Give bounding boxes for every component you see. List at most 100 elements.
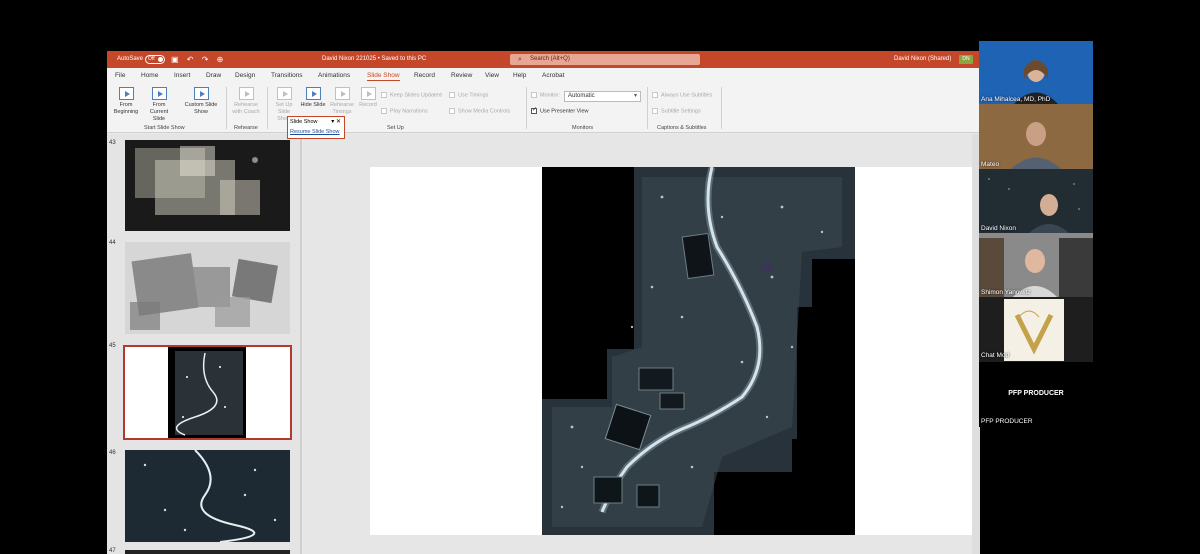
tab-help[interactable]: Help: [513, 72, 526, 79]
setup-icon: [276, 87, 292, 100]
tab-transitions[interactable]: Transitions: [271, 72, 303, 79]
ribbon-tabs: File Home Insert Draw Design Transitions…: [107, 68, 980, 83]
rehearse-label: Rehearse with Coach: [232, 102, 260, 115]
user-name[interactable]: David Nixon (Shared): [894, 51, 951, 68]
search-input[interactable]: ⌕ Search (Alt+Q): [510, 54, 700, 65]
participant-tile[interactable]: Shimon Yanowitz: [979, 233, 1093, 297]
participant-tile[interactable]: David Nixon: [979, 169, 1093, 233]
ribbon-divider: [721, 87, 722, 129]
custom-slide-show-button[interactable]: Custom Slide Show: [183, 87, 219, 116]
document-title[interactable]: David Nixon 221025 • Saved to this PC: [322, 51, 426, 68]
participant-name: Shimon Yanowitz: [981, 289, 1031, 296]
participant-video: [979, 233, 1093, 297]
slide-editing-area: [303, 134, 980, 554]
hide-slide-button[interactable]: Hide Slide: [300, 87, 326, 109]
slide-thumbnail[interactable]: [125, 140, 290, 231]
from-current-label: From Current Slide: [149, 102, 169, 122]
tab-slide-show[interactable]: Slide Show: [367, 72, 400, 81]
tab-view[interactable]: View: [485, 72, 499, 79]
play-narrations-label: Play Narrations: [390, 108, 428, 115]
slide-number: 43: [109, 140, 116, 146]
tab-review[interactable]: Review: [451, 72, 472, 79]
quick-access-toolbar[interactable]: ▣ ↶ ↷ ⊕: [171, 51, 226, 68]
checkbox-icon: [381, 92, 387, 98]
group-label-rehearse: Rehearse: [234, 125, 258, 131]
presenter-view-checkbox[interactable]: Use Presenter View: [531, 108, 589, 114]
tab-design[interactable]: Design: [235, 72, 255, 79]
current-slide[interactable]: [370, 167, 980, 535]
slide-image[interactable]: [542, 167, 855, 535]
participant-tile[interactable]: Mateo: [979, 104, 1093, 169]
title-bar: AutoSave Off ▣ ↶ ↷ ⊕ David Nixon 221025 …: [107, 51, 980, 68]
use-timings-checkbox[interactable]: Use Timings: [449, 92, 488, 98]
checkbox-icon: [449, 108, 455, 114]
group-label-start-slide-show: Start Slide Show: [144, 125, 185, 131]
show-media-controls-checkbox[interactable]: Show Media Controls: [449, 108, 510, 114]
slide-number: 47: [109, 548, 116, 554]
monitor-icon: [531, 92, 537, 98]
from-beginning-button[interactable]: From Beginning: [111, 87, 141, 116]
monitor-select[interactable]: Automatic: [564, 91, 641, 102]
slide-thumbnail[interactable]: [125, 550, 290, 554]
ribbon-divider: [526, 87, 527, 129]
tab-acrobat[interactable]: Acrobat: [542, 72, 564, 79]
tab-home[interactable]: Home: [141, 72, 158, 79]
panel-scrollbar[interactable]: [300, 134, 302, 554]
group-label-monitors: Monitors: [572, 125, 594, 131]
crystal-image-46: [125, 449, 290, 543]
tab-animations[interactable]: Animations: [318, 72, 350, 79]
monitor-label-text: Monitor:: [540, 92, 560, 99]
subtitle-settings-label: Subtitle Settings: [661, 108, 701, 115]
resume-slide-show-link[interactable]: Resume Slide Show: [290, 129, 340, 135]
participant-tile[interactable]: Chat Mod: [979, 297, 1093, 362]
popup-close-icon[interactable]: ▾ ✕: [331, 118, 341, 125]
slide-thumbnail[interactable]: [125, 449, 290, 543]
participant-video: [979, 41, 1093, 104]
custom-show-label: Custom Slide Show: [184, 102, 218, 115]
participant-name: Mateo: [981, 161, 1000, 168]
slide-thumbnail-selected[interactable]: [123, 345, 292, 440]
slide-number: 45: [109, 343, 116, 349]
ribbon-divider: [226, 87, 227, 129]
subtitle-settings-button[interactable]: Subtitle Settings: [652, 108, 701, 114]
tab-file[interactable]: File: [115, 72, 125, 79]
custom-show-icon: [193, 87, 209, 100]
always-subtitles-label: Always Use Subtitles: [661, 92, 713, 99]
ribbon-divider: [267, 87, 268, 129]
from-current-slide-button[interactable]: From Current Slide: [143, 87, 175, 123]
autosave-toggle[interactable]: Off: [145, 55, 165, 64]
participant-tile[interactable]: Ana Mihalcea, MD, PhD: [979, 41, 1093, 104]
rehearse-timings-button[interactable]: Rehearse Timings: [328, 87, 356, 116]
timings-icon: [334, 87, 350, 100]
autosave-label: AutoSave: [117, 56, 144, 62]
search-placeholder: Search (Alt+Q): [530, 56, 570, 62]
slide-thumbnail[interactable]: [125, 242, 290, 334]
ribbon: From Beginning From Current Slide Custom…: [107, 83, 980, 133]
record-icon: [360, 87, 376, 100]
participant-tile[interactable]: PFP PRODUCER PFP PRODUCER: [979, 362, 1093, 427]
tab-insert[interactable]: Insert: [174, 72, 190, 79]
keep-updated-label: Keep Slides Updated: [390, 92, 442, 99]
always-use-subtitles-checkbox[interactable]: Always Use Subtitles: [652, 92, 712, 98]
record-label: Record: [359, 102, 377, 108]
participant-name: David Nixon: [981, 225, 1017, 232]
crystal-image-43: [125, 140, 290, 231]
play-from-current-icon: [151, 87, 167, 100]
participant-name: Chat Mod: [981, 352, 1010, 359]
record-button[interactable]: Record: [357, 87, 379, 109]
from-beginning-label: From Beginning: [113, 102, 139, 115]
group-label-captions: Captions & Subtitles: [657, 125, 707, 131]
keep-slides-updated-checkbox[interactable]: Keep Slides Updated: [381, 92, 442, 98]
rehearse-with-coach-button[interactable]: Rehearse with Coach: [229, 87, 263, 116]
use-timings-label: Use Timings: [458, 92, 489, 99]
tab-record[interactable]: Record: [414, 72, 435, 79]
play-narrations-checkbox[interactable]: Play Narrations: [381, 108, 428, 114]
popup-title: Slide Show: [290, 119, 318, 125]
participant-video: [979, 104, 1093, 169]
avatar[interactable]: DN: [959, 55, 973, 64]
subtitle-icon: [652, 108, 658, 114]
tab-draw[interactable]: Draw: [206, 72, 221, 79]
slide-show-popup: Slide Show ▾ ✕ Resume Slide Show: [287, 116, 345, 139]
presenter-view-label: Use Presenter View: [540, 108, 589, 115]
crystal-image-45: [125, 347, 290, 438]
